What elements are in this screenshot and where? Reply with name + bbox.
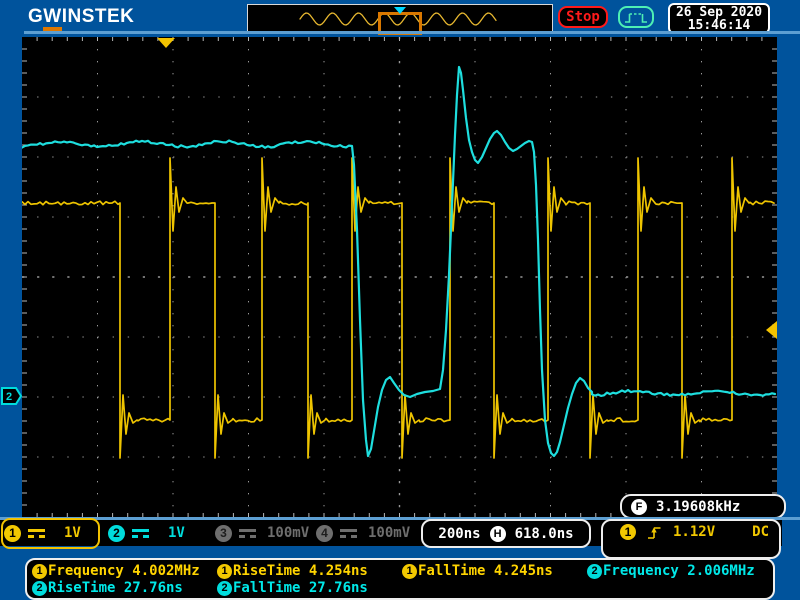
horizontal-icon: H: [490, 526, 506, 542]
ch2-scale: 1V: [168, 525, 185, 541]
trigger-level-value: 1.12V: [673, 524, 715, 540]
svg-text:2: 2: [6, 391, 12, 403]
freq-counter-icon: F: [631, 499, 647, 515]
ch4-scale: 100mV: [368, 525, 410, 541]
measurements-panel: 1 Frequency 4.002MHz 1 RiseTime 4.254ns …: [25, 558, 775, 600]
measurement-text: Frequency 2.006MHz: [603, 563, 755, 579]
channel-3-status[interactable]: 3 100mV: [215, 521, 309, 545]
channel-2-status[interactable]: 2 1V: [108, 521, 185, 545]
rising-edge-icon: [647, 525, 662, 540]
top-separator: [24, 31, 800, 34]
ch1-scale: 1V: [64, 525, 81, 541]
ch1-badge: 1: [4, 525, 21, 542]
ch2-position-marker[interactable]: 2: [1, 387, 23, 405]
measurement-text: RiseTime 4.254ns: [233, 563, 368, 579]
stop-label: Stop: [566, 9, 600, 25]
datetime-display: 26 Sep 2020 15:46:14: [668, 3, 770, 34]
measurement-text: FallTime 27.76ns: [233, 580, 368, 596]
timebase-scale: 200ns: [438, 526, 480, 542]
trigger-level-marker-icon[interactable]: [766, 321, 777, 339]
measurement-ch-badge: 2: [587, 564, 602, 579]
measurement-item: 1 Frequency 4.002MHz: [32, 563, 200, 579]
gwinstek-logo: GWINSTEK: [28, 6, 134, 28]
channel-1-status[interactable]: 1 1V: [4, 521, 81, 545]
logo-letter-g: G: [28, 6, 43, 27]
measurement-text: FallTime 4.245ns: [418, 563, 553, 579]
trigger-coupling: DC: [752, 524, 769, 540]
measurement-item: 2 Frequency 2.006MHz: [587, 563, 755, 579]
measurement-item: 1 RiseTime 4.254ns: [217, 563, 368, 579]
channel-4-status[interactable]: 4 100mV: [316, 521, 410, 545]
measurement-item: 2 FallTime 27.76ns: [217, 580, 368, 596]
ch3-badge: 3: [215, 525, 232, 542]
timebase-position: 618.0ns: [515, 526, 574, 542]
measurement-ch-badge: 2: [217, 581, 232, 596]
acquisition-preview-bar[interactable]: [247, 4, 553, 32]
ch4-badge: 4: [316, 525, 333, 542]
ch1-coupling-icon: [28, 529, 45, 538]
run-stop-indicator[interactable]: Stop: [558, 6, 608, 28]
freq-counter-value: 3.19608kHz: [656, 499, 740, 515]
measurement-ch-badge: 1: [217, 564, 232, 579]
measurement-item: 2 RiseTime 27.76ns: [32, 580, 183, 596]
timebase-box[interactable]: 200ns H 618.0ns: [421, 519, 591, 548]
logo-letter-w: W: [43, 6, 61, 31]
measurement-item: 1 FallTime 4.245ns: [402, 563, 553, 579]
preview-trigger-marker-icon[interactable]: [394, 7, 406, 14]
measurement-text: Frequency 4.002MHz: [48, 563, 200, 579]
ch3-scale: 100mV: [267, 525, 309, 541]
measurement-text: RiseTime 27.76ns: [48, 580, 183, 596]
measurement-ch-badge: 1: [402, 564, 417, 579]
measurement-ch-badge: 2: [32, 581, 47, 596]
ch4-coupling-icon: [340, 529, 357, 538]
oscilloscope-screen: GWINSTEK Stop 26 Sep 2020 15:46:14 2 F 3…: [0, 0, 800, 600]
trigger-source-badge: 1: [620, 524, 636, 540]
ch2-coupling-icon: [132, 529, 149, 538]
pulse-icon: [623, 10, 649, 25]
trigger-type-indicator: [618, 6, 654, 28]
logo-rest: INSTEK: [62, 6, 135, 27]
ch3-coupling-icon: [239, 529, 256, 538]
measurement-ch-badge: 1: [32, 564, 47, 579]
waveform-display: [22, 37, 777, 517]
frequency-counter: F 3.19608kHz: [620, 494, 786, 519]
ch2-badge: 2: [108, 525, 125, 542]
trigger-position-marker-icon[interactable]: [157, 38, 175, 48]
trigger-box[interactable]: 1 1.12V DC: [601, 519, 781, 559]
